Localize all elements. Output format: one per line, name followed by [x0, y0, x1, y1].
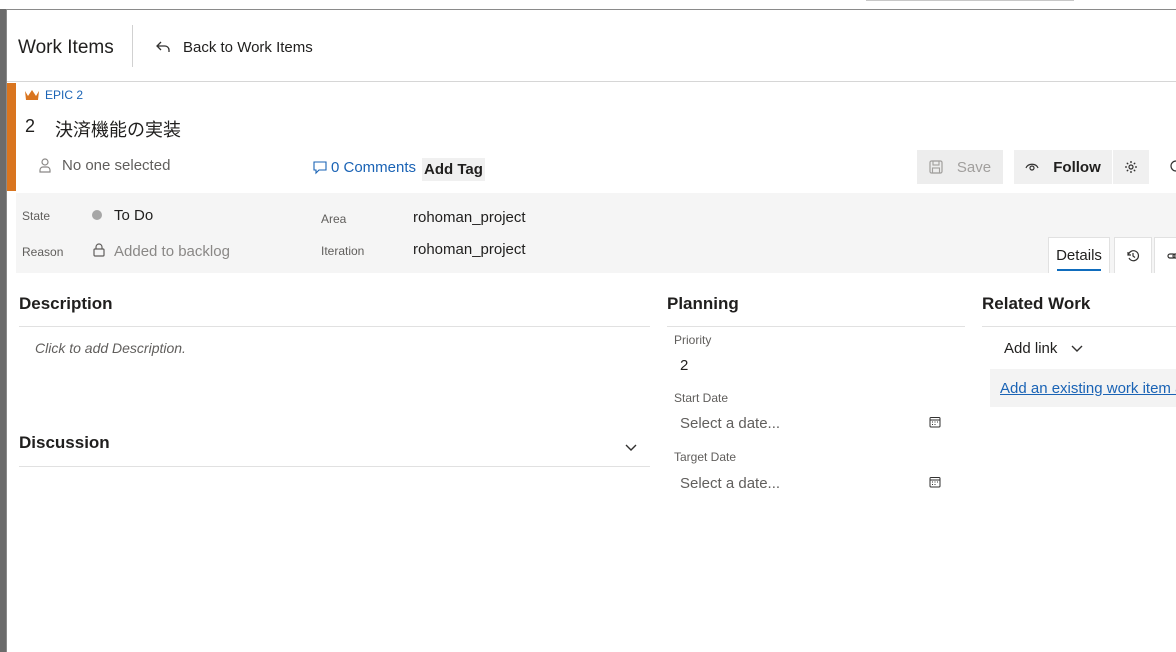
- state-label: State: [22, 209, 51, 223]
- iteration-label: Iteration: [321, 244, 365, 258]
- tab-links[interactable]: [1154, 237, 1176, 273]
- undo-arrow-icon: [156, 41, 170, 52]
- description-heading: Description: [19, 294, 113, 313]
- comments-label: 0 Comments: [331, 159, 417, 176]
- add-tag-button[interactable]: Add Tag: [422, 158, 485, 181]
- reason-label: Reason: [22, 245, 64, 259]
- description-divider: [19, 326, 650, 327]
- back-to-work-items-button[interactable]: Back to Work Items: [155, 36, 313, 58]
- work-item-type[interactable]: EPIC 2: [24, 88, 83, 102]
- header-divider: [132, 25, 133, 67]
- start-date-field[interactable]: Select a date...: [675, 409, 947, 437]
- tab-details-label: Details: [1056, 247, 1102, 264]
- tab-history[interactable]: [1114, 237, 1152, 273]
- description-editor[interactable]: Click to add Description.: [35, 340, 186, 356]
- area-label: Area: [321, 212, 347, 226]
- save-icon: [929, 160, 943, 174]
- person-icon: [39, 157, 51, 173]
- tab-details[interactable]: Details: [1048, 237, 1110, 273]
- crown-icon: [25, 90, 39, 100]
- comment-icon: [313, 160, 327, 174]
- comments-link[interactable]: 0 Comments: [313, 159, 416, 176]
- target-date-field[interactable]: Select a date...: [675, 469, 947, 497]
- target-date-placeholder: Select a date...: [680, 474, 781, 492]
- back-label: Back to Work Items: [183, 38, 313, 56]
- assigned-to-value: No one selected: [62, 157, 171, 174]
- save-label: Save: [956, 158, 992, 176]
- target-date-label: Target Date: [674, 450, 737, 464]
- lock-icon: [93, 243, 105, 257]
- follow-label: Follow: [1053, 158, 1101, 176]
- settings-button[interactable]: [1113, 150, 1149, 184]
- history-icon: [1127, 249, 1139, 261]
- tab-active-indicator: [1057, 269, 1101, 271]
- planning-divider: [667, 326, 965, 327]
- work-item-type-color-bar: [7, 83, 16, 191]
- work-item-title[interactable]: 決済機能の実装: [55, 116, 181, 142]
- fields-panel: State To Do Reason Added to backlog Area…: [16, 193, 1176, 273]
- save-button[interactable]: Save: [917, 150, 1003, 184]
- gear-icon: [1125, 161, 1137, 173]
- follow-button[interactable]: Follow: [1014, 150, 1112, 184]
- page-title: Work Items: [18, 37, 114, 58]
- work-item-type-label: EPIC 2: [45, 88, 84, 102]
- add-existing-work-item-link[interactable]: Add an existing work item as a parent: [990, 369, 1176, 407]
- priority-value[interactable]: 2: [680, 357, 688, 374]
- priority-label: Priority: [674, 333, 712, 347]
- chevron-down-icon: [1071, 345, 1083, 352]
- reason-value: Added to backlog: [114, 243, 230, 260]
- start-date-placeholder: Select a date...: [680, 414, 781, 432]
- calendar-icon[interactable]: [929, 476, 941, 488]
- page-header: Work Items Back to Work Items: [7, 10, 1176, 82]
- work-item-panel: Work Items Back to Work Items EPIC 2 2 決…: [6, 9, 1176, 652]
- calendar-icon[interactable]: [929, 416, 941, 428]
- iteration-value[interactable]: rohoman_project: [413, 241, 526, 258]
- area-value[interactable]: rohoman_project: [413, 209, 526, 226]
- discussion-heading: Discussion: [19, 433, 110, 452]
- state-value[interactable]: To Do: [114, 207, 153, 224]
- eye-icon: [1025, 163, 1039, 171]
- start-date-label: Start Date: [674, 391, 729, 405]
- link-icon: [1167, 252, 1176, 259]
- work-item-id: 2: [25, 116, 36, 136]
- state-dot: [92, 210, 102, 220]
- chevron-down-icon[interactable]: [624, 440, 638, 454]
- top-strip: [0, 0, 1176, 9]
- add-link-button[interactable]: Add link: [1004, 340, 1083, 357]
- add-link-label: Add link: [1004, 340, 1058, 357]
- top-strip-divider: [866, 0, 1074, 1]
- search-icon[interactable]: [1167, 159, 1176, 175]
- related-work-heading: Related Work: [982, 294, 1091, 313]
- planning-heading: Planning: [667, 294, 739, 313]
- assigned-to-picker[interactable]: No one selected: [38, 157, 170, 174]
- related-work-divider: [982, 326, 1176, 327]
- discussion-divider: [19, 466, 650, 467]
